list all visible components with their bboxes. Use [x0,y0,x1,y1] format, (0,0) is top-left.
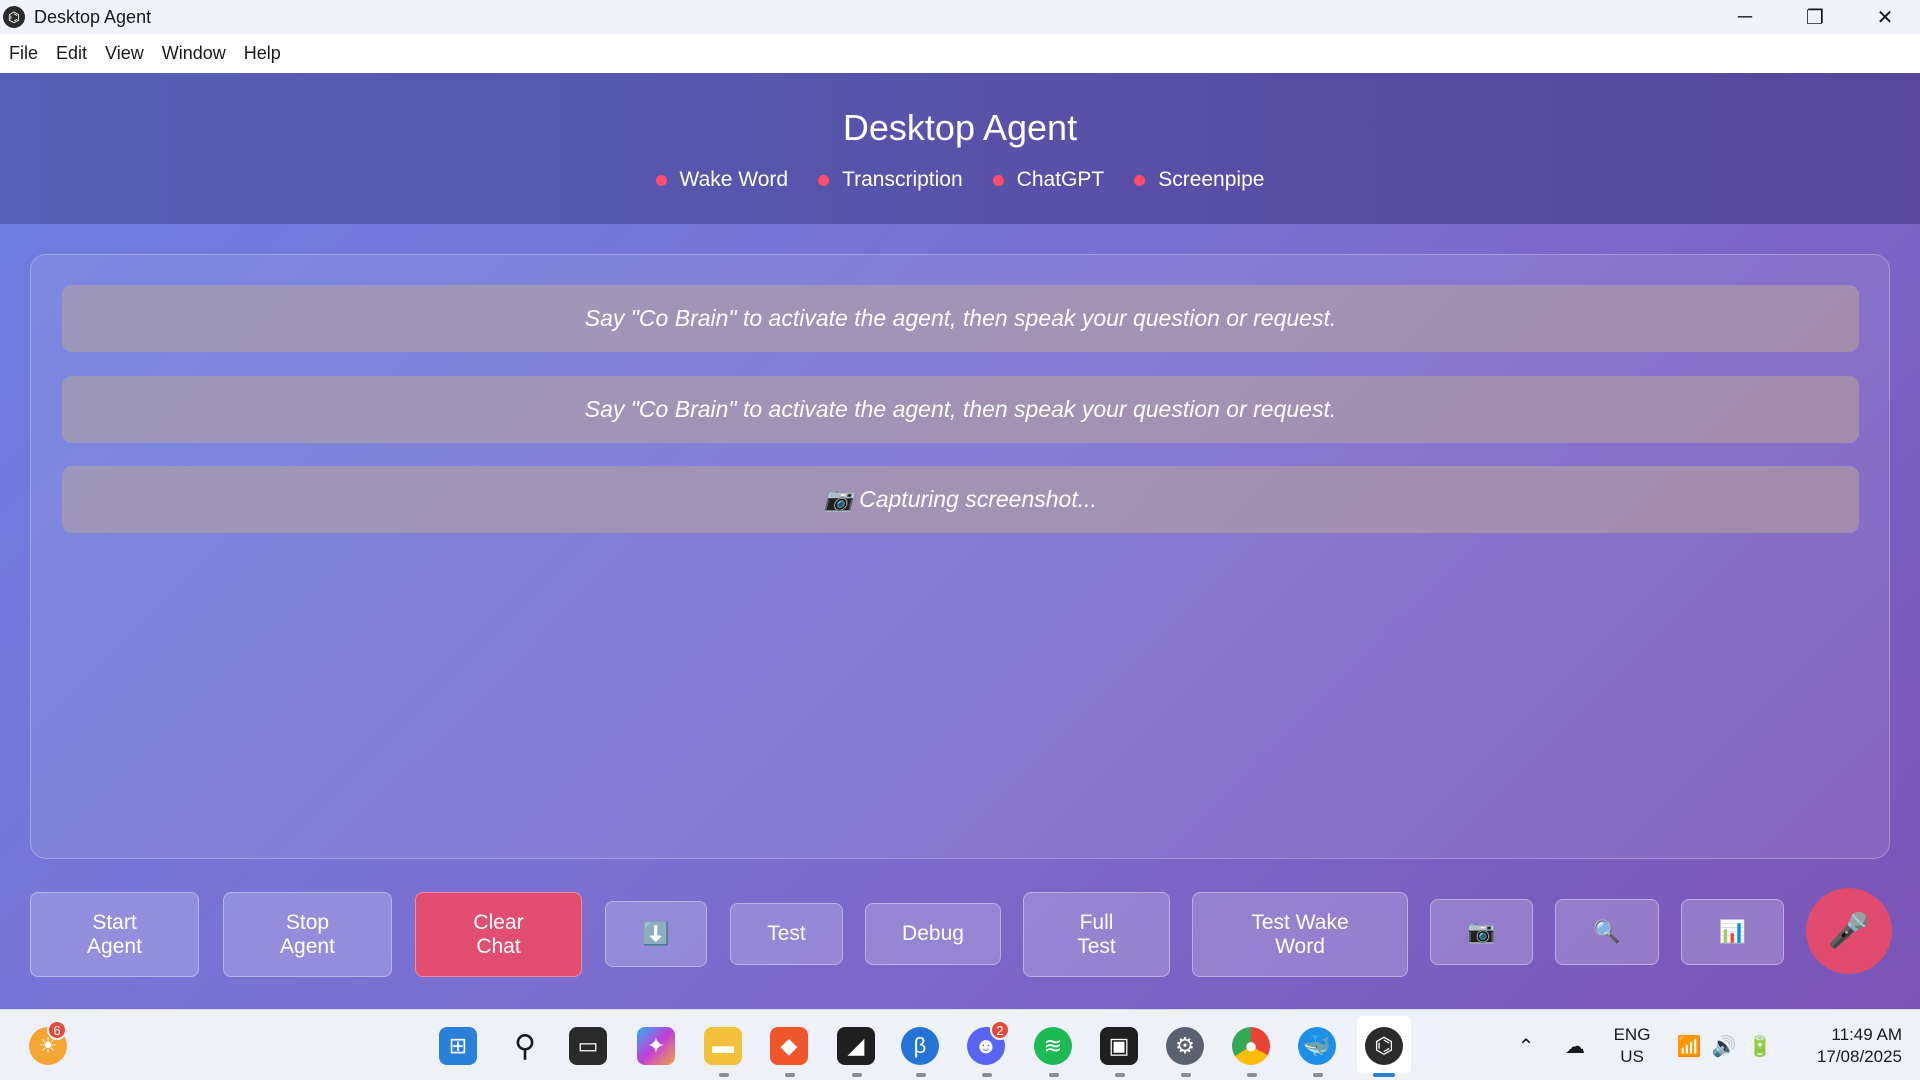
edge-beta-icon[interactable]: β [901,1027,939,1065]
status-wake-word: Wake Word [655,168,789,192]
weather-badge: 6 [47,1020,67,1040]
volume-icon[interactable]: 🔊 [1705,1027,1743,1065]
wifi-icon[interactable]: 📶 [1670,1027,1708,1065]
stats-button[interactable]: 📊 [1681,899,1784,965]
running-indicator [852,1073,862,1077]
status-chatgpt: ChatGPT [992,168,1105,192]
window-title: Desktop Agent [34,6,152,27]
running-indicator [1115,1073,1125,1077]
download-button[interactable]: ⬇️ [605,901,707,967]
test-wake-word-button[interactable]: Test Wake Word [1192,892,1408,977]
status-transcription: Transcription [818,168,963,192]
clock-date: 17/08/2025 [1816,1047,1902,1066]
app-header: Desktop Agent Wake Word Transcription Ch… [0,73,1920,224]
chat-message: 📷 Capturing screenshot... [62,466,1859,533]
window-controls: ─ ❐ ✕ [1710,0,1920,34]
close-button[interactable]: ✕ [1850,0,1920,34]
region-code: US [1620,1047,1644,1066]
clear-chat-button[interactable]: Clear Chat [415,892,582,977]
status-label: ChatGPT [1016,168,1105,191]
screenshot-button[interactable]: 📷 [1430,899,1533,965]
chat-panel[interactable]: Say "Co Brain" to activate the agent, th… [30,254,1890,859]
running-indicator [785,1073,795,1077]
running-indicator [1313,1073,1323,1077]
clock[interactable]: 11:49 AM 17/08/2025 [1786,1024,1902,1068]
chevron-up-icon[interactable]: ⌃ [1507,1027,1545,1065]
menu-view[interactable]: View [105,43,144,64]
search-icon[interactable]: ⚲ [506,1027,544,1065]
menu-edit[interactable]: Edit [56,43,87,64]
running-indicator [1049,1073,1059,1077]
running-indicator [719,1073,729,1077]
sticky-notes-icon[interactable]: ◢ [837,1027,875,1065]
menu-file[interactable]: File [9,43,38,64]
start-agent-button[interactable]: Start Agent [30,892,199,977]
desktop-agent-icon[interactable]: ⌬ [1365,1027,1403,1065]
spotify-icon[interactable]: ≋ [1034,1027,1072,1065]
docker-icon[interactable]: 🐳 [1298,1027,1336,1065]
cloud-offline-icon[interactable]: ☁ [1556,1027,1594,1065]
status-dot-icon [655,174,667,186]
language-indicator[interactable]: ENG US [1604,1024,1660,1068]
status-dot-icon [992,174,1004,186]
menu-bar: File Edit View Window Help [0,34,1920,73]
start-icon[interactable]: ⊞ [439,1027,477,1065]
notion-icon[interactable]: ▣ [1100,1027,1138,1065]
debug-button[interactable]: Debug [865,903,1001,965]
full-test-button[interactable]: Full Test [1023,892,1170,977]
minimize-button[interactable]: ─ [1710,0,1780,34]
app-container: Desktop Agent Wake Word Transcription Ch… [0,73,1920,1009]
brave-icon[interactable]: ◆ [770,1027,808,1065]
app-logo-icon: ⌬ [3,6,25,28]
running-indicator [982,1073,992,1077]
clock-time: 11:49 AM [1831,1025,1902,1044]
running-indicator [916,1073,926,1077]
search-button[interactable]: 🔍 [1555,899,1659,965]
language-code: ENG [1613,1025,1651,1044]
active-indicator [1373,1073,1395,1077]
status-label: Transcription [842,168,963,191]
running-indicator [1181,1073,1191,1077]
battery-icon[interactable]: 🔋 [1741,1027,1779,1065]
chat-message: Say "Co Brain" to activate the agent, th… [62,285,1859,352]
page-title: Desktop Agent [842,107,1078,148]
taskbar: ☀ 6 ⊞ ⚲ ▭ ✦ ▬ ◆ ◢ β ☻ 2 ≋ ▣ ⚙ ● 🐳 ⌬ ⌃ ☁ … [0,1009,1920,1080]
status-label: Screenpipe [1158,168,1265,191]
chat-message: Say "Co Brain" to activate the agent, th… [62,376,1859,443]
title-bar: ⌬ Desktop Agent ─ ❐ ✕ [0,0,1920,34]
running-indicator [1247,1073,1257,1077]
task-view-icon[interactable]: ▭ [569,1027,607,1065]
copilot-icon[interactable]: ✦ [637,1027,675,1065]
status-label: Wake Word [679,168,789,191]
discord-badge: 2 [990,1020,1010,1040]
status-indicators: Wake Word Transcription ChatGPT Screenpi… [0,168,1920,192]
file-explorer-icon[interactable]: ▬ [704,1027,742,1065]
menu-window[interactable]: Window [162,43,226,64]
status-dot-icon [1134,174,1146,186]
stop-agent-button[interactable]: Stop Agent [223,892,392,977]
restore-button[interactable]: ❐ [1780,0,1850,34]
settings-icon[interactable]: ⚙ [1166,1027,1204,1065]
status-screenpipe: Screenpipe [1134,168,1264,192]
microphone-button[interactable]: 🎤 [1806,888,1892,974]
test-button[interactable]: Test [730,903,843,965]
status-dot-icon [818,174,830,186]
menu-help[interactable]: Help [244,43,281,64]
chrome-icon[interactable]: ● [1232,1027,1270,1065]
